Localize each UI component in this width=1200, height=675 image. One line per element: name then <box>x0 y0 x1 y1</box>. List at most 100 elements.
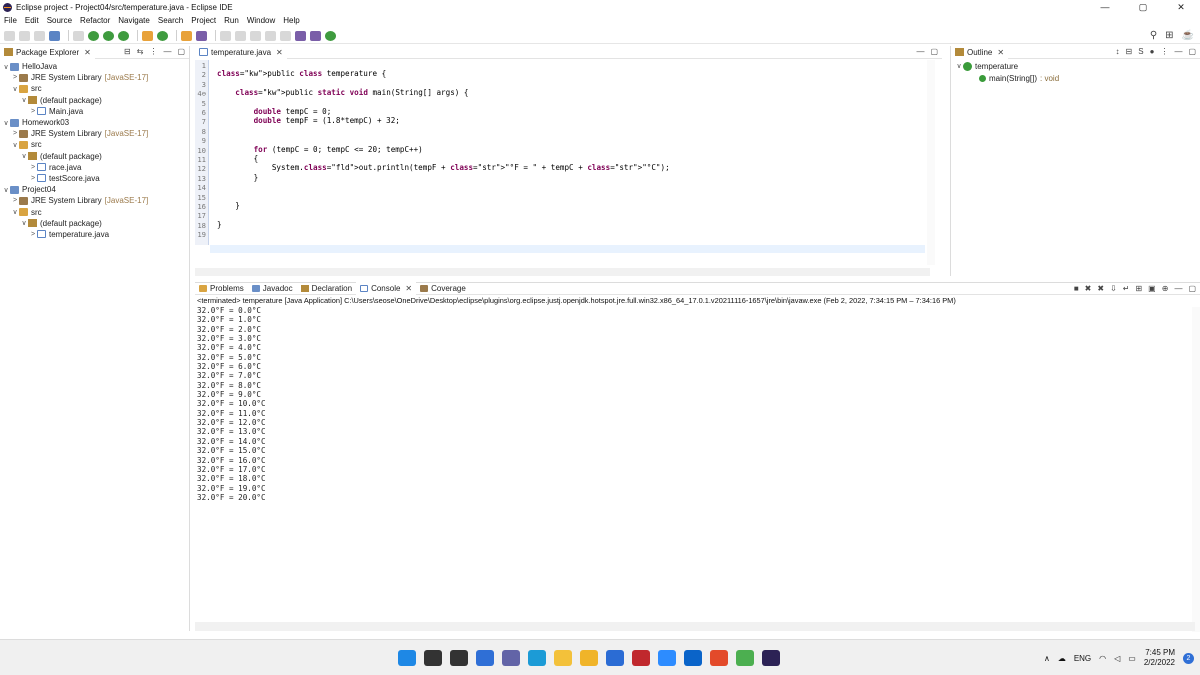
mcafee-icon[interactable] <box>632 650 650 666</box>
minimize-view-icon[interactable]: — <box>1174 284 1182 293</box>
mail-icon[interactable] <box>606 650 624 666</box>
maximize-button[interactable]: ▢ <box>1124 0 1162 14</box>
forward-icon[interactable] <box>310 30 321 41</box>
outline-method-row[interactable]: main(String[]) : void <box>951 72 1200 84</box>
menu-search[interactable]: Search <box>158 16 183 25</box>
explorer-item[interactable]: ∨ src <box>0 83 189 94</box>
maximize-view-icon[interactable]: ▢ <box>177 47 185 56</box>
prev-annotation-icon[interactable] <box>280 30 291 41</box>
scroll-lock-icon[interactable]: ⇩ <box>1110 284 1117 293</box>
chevron-right-icon[interactable]: > <box>11 130 19 137</box>
teams-icon[interactable] <box>502 650 520 666</box>
menu-source[interactable]: Source <box>47 16 72 25</box>
explorer-item[interactable]: > race.java <box>0 162 189 173</box>
new-class-icon[interactable] <box>157 30 168 41</box>
chevron-right-icon[interactable]: > <box>29 164 37 171</box>
view-menu-icon[interactable]: ⋮ <box>1160 47 1168 56</box>
eclipse-icon[interactable] <box>762 650 780 666</box>
explorer-item[interactable]: > JRE System Library [JavaSE-17] <box>0 72 189 83</box>
explorer-item[interactable]: > JRE System Library [JavaSE-17] <box>0 195 189 206</box>
run-icon[interactable] <box>103 30 114 41</box>
remove-launch-icon[interactable]: ✖ <box>1085 284 1092 293</box>
explorer-item[interactable]: ∨ src <box>0 139 189 150</box>
chevron-down-icon[interactable]: ∨ <box>2 186 10 194</box>
save-icon[interactable] <box>19 30 30 41</box>
console-horizontal-scrollbar[interactable] <box>195 622 1195 631</box>
chevron-down-icon[interactable]: ∨ <box>11 208 19 216</box>
explorer-item[interactable]: ∨ Project04 <box>0 184 189 195</box>
tab-problems[interactable]: Problems <box>195 282 248 295</box>
console-vertical-scrollbar[interactable] <box>1192 307 1200 632</box>
save-all-icon[interactable] <box>34 30 45 41</box>
notification-badge[interactable]: 2 <box>1183 652 1194 664</box>
show-whitespace-icon[interactable] <box>250 30 261 41</box>
search-tool-icon[interactable] <box>196 30 207 41</box>
link-editor-icon[interactable]: ⇆ <box>137 47 144 56</box>
next-annotation-icon[interactable] <box>265 30 276 41</box>
explorer-item[interactable]: > temperature.java <box>0 229 189 240</box>
menu-navigate[interactable]: Navigate <box>118 16 150 25</box>
search-icon[interactable]: ⚲ <box>1150 30 1157 41</box>
tab-temperature-java[interactable]: temperature.java ✕ <box>195 45 287 59</box>
sort-icon[interactable]: ↕ <box>1116 47 1120 56</box>
minimize-view-icon[interactable]: — <box>1174 47 1182 56</box>
edge-icon[interactable] <box>528 650 546 666</box>
explorer-item[interactable]: > JRE System Library [JavaSE-17] <box>0 128 189 139</box>
onedrive-icon[interactable]: ☁ <box>1058 654 1066 663</box>
terminal-icon[interactable] <box>49 30 60 41</box>
menu-project[interactable]: Project <box>191 16 216 25</box>
close-tab-icon[interactable]: ✕ <box>276 48 283 57</box>
outline-class-row[interactable]: ∨ temperature <box>951 60 1200 72</box>
chevron-right-icon[interactable]: > <box>11 197 19 204</box>
word-wrap-icon[interactable]: ↵ <box>1123 284 1130 293</box>
zoom-icon[interactable] <box>658 650 676 666</box>
tab-coverage[interactable]: Coverage <box>416 282 470 295</box>
menu-help[interactable]: Help <box>283 16 299 25</box>
new-icon[interactable] <box>4 30 15 41</box>
explorer-item[interactable]: ∨ src <box>0 206 189 217</box>
menu-window[interactable]: Window <box>247 16 275 25</box>
open-type-icon[interactable] <box>181 30 192 41</box>
view-menu-icon[interactable]: ⋮ <box>149 47 157 56</box>
widgets-icon[interactable] <box>476 650 494 666</box>
chevron-right-icon[interactable]: > <box>29 108 37 115</box>
minimize-view-icon[interactable]: — <box>163 47 171 56</box>
collapse-all-icon[interactable]: ⊟ <box>124 47 131 56</box>
maximize-view-icon[interactable]: ▢ <box>930 47 938 56</box>
outlook-icon[interactable] <box>684 650 702 666</box>
hide-static-icon[interactable]: S <box>1138 47 1143 56</box>
hide-nonpublic-icon[interactable]: ● <box>1150 47 1155 56</box>
toggle-mark-icon[interactable] <box>235 30 246 41</box>
menu-file[interactable]: File <box>4 16 17 25</box>
task-view-icon[interactable] <box>450 650 468 666</box>
minimize-view-icon[interactable]: — <box>916 47 924 56</box>
windows-start-icon[interactable] <box>398 650 416 666</box>
office-icon[interactable] <box>710 650 728 666</box>
explorer-item[interactable]: ∨ (default package) <box>0 95 189 106</box>
chevron-down-icon[interactable]: ∨ <box>2 63 10 71</box>
language-indicator[interactable]: ENG <box>1074 654 1091 663</box>
tab-console[interactable]: Console ✕ <box>356 282 417 295</box>
search-icon[interactable] <box>424 650 442 666</box>
maximize-view-icon[interactable]: ▢ <box>1188 284 1196 293</box>
new-package-icon[interactable] <box>142 30 153 41</box>
annotation-icon[interactable] <box>220 30 231 41</box>
java-perspective-icon[interactable]: ☕ <box>1182 30 1194 41</box>
pin-console-icon[interactable]: ⊞ <box>1135 284 1142 293</box>
back-icon[interactable] <box>295 30 306 41</box>
display-console-icon[interactable]: ▣ <box>1148 284 1156 293</box>
coverage-icon[interactable] <box>118 30 129 41</box>
tab-package-explorer[interactable]: Package Explorer ✕ <box>0 45 95 59</box>
store-icon[interactable] <box>580 650 598 666</box>
chevron-down-icon[interactable]: ∨ <box>11 85 19 93</box>
debug-icon[interactable] <box>88 30 99 41</box>
editor-horizontal-scrollbar[interactable] <box>195 268 930 276</box>
skip-breakpoints-icon[interactable] <box>73 30 84 41</box>
close-tab-icon[interactable]: ✕ <box>997 48 1004 57</box>
volume-icon[interactable]: ◁ <box>1114 654 1120 663</box>
close-tab-icon[interactable]: ✕ <box>84 48 91 57</box>
battery-icon[interactable]: ▭ <box>1128 654 1136 663</box>
wifi-icon[interactable]: ◠ <box>1099 654 1106 663</box>
chevron-down-icon[interactable]: ∨ <box>20 96 28 104</box>
menu-run[interactable]: Run <box>224 16 239 25</box>
